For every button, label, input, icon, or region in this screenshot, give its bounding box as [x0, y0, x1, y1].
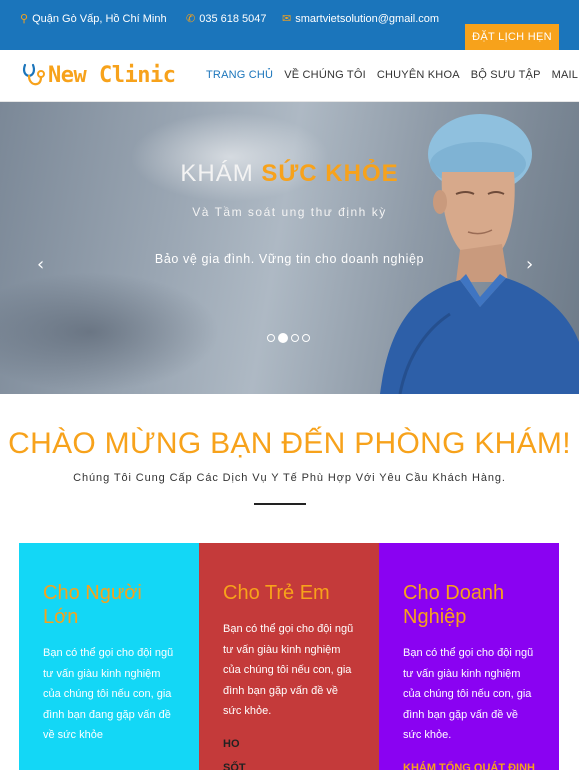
welcome-title: CHÀO MỪNG BẠN ĐẾN PHÒNG KHÁM! [8, 427, 571, 460]
welcome-subtitle: Chúng Tôi Cung Cấp Các Dịch Vụ Y Tế Phù … [73, 472, 506, 484]
email-text[interactable]: smartvietsolution@gmail.com [295, 13, 439, 25]
main-navbar: New Clinic TRANG CHỦ VỀ CHÚNG TÔI CHUYÊN… [0, 50, 579, 102]
service-item[interactable]: SỐT [223, 756, 355, 770]
top-contact-bar: ⚲ Quận Gò Vấp, Hồ Chí Minh ✆ 035 618 5047 … [0, 0, 579, 50]
phone-icon: ✆ [186, 13, 196, 25]
card-service-list: HO SỐT [223, 732, 355, 770]
card-description: Bạn có thể gọi cho đội ngũ tư vấn giàu k… [43, 647, 174, 741]
nav-item-gallery[interactable]: BỘ SƯU TẬP [471, 69, 541, 81]
card-adults[interactable]: Cho Người Lớn Bạn có thể gọi cho đội ngũ… [19, 543, 199, 770]
phone-info[interactable]: ✆ 035 618 5047 [186, 12, 267, 25]
nav-item-about[interactable]: VỀ CHÚNG TÔI [284, 69, 366, 81]
hero-title: KHÁM SỨC KHỎE [0, 160, 579, 188]
service-item[interactable]: HO [223, 732, 355, 756]
card-description: Bạn có thể gọi cho đội ngũ tư vấn giàu k… [403, 647, 534, 741]
nav-item-mail[interactable]: MAIL [552, 69, 578, 81]
slider-dot[interactable] [302, 334, 310, 342]
section-divider [254, 503, 306, 505]
hero-title-highlight: SỨC KHỎE [261, 160, 399, 187]
card-title: Cho Trẻ Em [223, 582, 330, 604]
card-business[interactable]: Cho Doanh Nghiệp Bạn có thể gọi cho đội … [379, 543, 559, 770]
card-title: Cho Doanh Nghiệp [403, 582, 505, 628]
hero-light-glow [130, 112, 330, 202]
hero-slider: KHÁM SỨC KHỎE Và Tầm soát ung thư định k… [0, 102, 579, 394]
slider-prev-arrow[interactable]: ‹ [37, 254, 44, 275]
hero-title-plain: KHÁM [180, 160, 262, 187]
service-item[interactable]: KHÁM TỔNG QUÁT ĐỊNH [403, 756, 535, 770]
card-description: Bạn có thể gọi cho đội ngũ tư vấn giàu k… [223, 623, 354, 717]
hero-subtitle: Và Tầm soát ung thư định kỳ [192, 205, 387, 219]
email-info[interactable]: ✉ smartvietsolution@gmail.com [282, 12, 439, 25]
nav-menu: TRANG CHỦ VỀ CHÚNG TÔI CHUYÊN KHOA BỘ SƯ… [206, 69, 579, 81]
stethoscope-icon [22, 63, 45, 86]
card-service-list: KHÁM TỔNG QUÁT ĐỊNH [403, 756, 535, 770]
nav-item-specialties[interactable]: CHUYÊN KHOA [377, 69, 460, 81]
address-text: Quận Gò Vấp, Hồ Chí Minh [32, 13, 167, 25]
envelope-icon: ✉ [282, 13, 292, 25]
slider-dot-active[interactable] [278, 333, 288, 343]
card-children[interactable]: Cho Trẻ Em Bạn có thể gọi cho đội ngũ tư… [199, 543, 379, 770]
slider-dot[interactable] [291, 334, 299, 342]
slider-next-arrow[interactable]: › [526, 254, 533, 275]
service-cards: Cho Người Lớn Bạn có thể gọi cho đội ngũ… [19, 543, 559, 770]
site-logo[interactable]: New Clinic [20, 60, 176, 90]
slider-dot[interactable] [267, 334, 275, 342]
doctor-photo [380, 114, 579, 394]
phone-text[interactable]: 035 618 5047 [199, 13, 266, 25]
map-pin-icon: ⚲ [20, 13, 29, 25]
book-appointment-button[interactable]: ĐẶT LỊCH HẸN [465, 24, 559, 50]
nav-item-home[interactable]: TRANG CHỦ [206, 69, 273, 81]
hero-tagline: Bảo vệ gia đình. Vững tin cho doanh nghi… [154, 252, 425, 266]
slider-indicators [267, 333, 313, 343]
hero-shadow [0, 272, 220, 392]
card-title: Cho Người Lớn [43, 582, 142, 628]
logo-text: New Clinic [48, 62, 176, 88]
address-info: ⚲ Quận Gò Vấp, Hồ Chí Minh [20, 12, 167, 25]
